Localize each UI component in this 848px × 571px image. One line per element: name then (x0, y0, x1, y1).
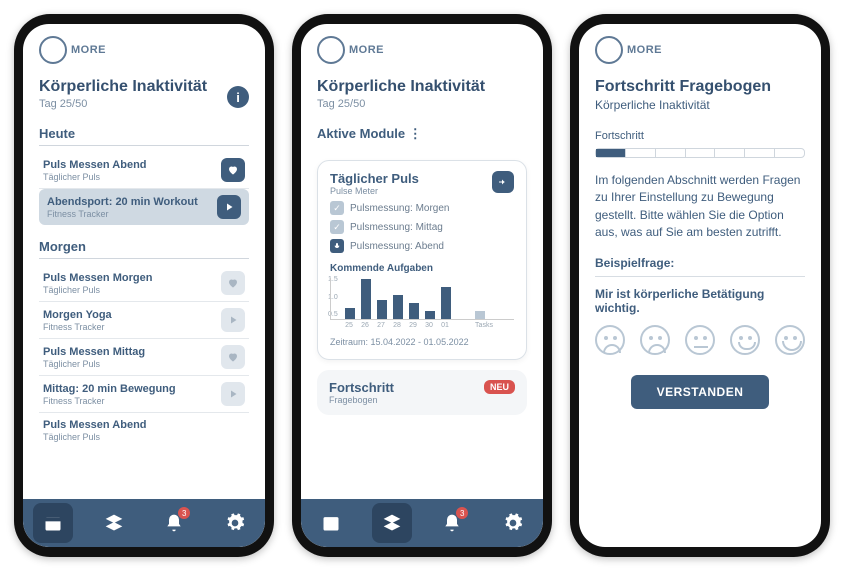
check-done-icon: ✓ (330, 201, 344, 215)
bar (441, 287, 451, 319)
item-sub: Fitness Tracker (47, 209, 198, 219)
check-done-icon: ✓ (330, 220, 344, 234)
section-today: Heute (39, 126, 249, 146)
schedule-item[interactable]: Puls Messen Mittag Täglicher Puls (39, 339, 249, 376)
check-item: ✓ Pulsmessung: Morgen (330, 201, 514, 215)
divider (595, 276, 805, 277)
bar (475, 311, 485, 319)
bar (393, 295, 403, 319)
play-icon[interactable] (217, 195, 241, 219)
question-text: Mir ist körperliche Betätigung wichtig. (595, 287, 805, 315)
page-subtitle: Körperliche Inaktivität (595, 98, 805, 112)
nav-bell-icon[interactable]: 3 (154, 503, 194, 543)
active-modules-label[interactable]: Aktive Module ⋮ (317, 126, 527, 146)
page-title: Fortschritt Fragebogen (595, 78, 805, 96)
heart-icon[interactable] (221, 271, 245, 295)
progress-bar (595, 148, 805, 158)
check-item: Pulsmessung: Abend (330, 239, 514, 253)
bottom-nav: 3 (23, 499, 265, 547)
page-title: Körperliche Inaktivität (39, 78, 207, 96)
nav-calendar-icon[interactable] (33, 503, 73, 543)
mic-icon (330, 239, 344, 253)
check-item: ✓ Pulsmessung: Mittag (330, 220, 514, 234)
nav-settings-icon[interactable] (215, 503, 255, 543)
card-sub: Pulse Meter (330, 186, 419, 196)
heart-icon[interactable] (221, 158, 245, 182)
date-range: Zeitraum: 15.04.2022 - 01.05.2022 (330, 337, 514, 347)
item-title: Abendsport: 20 min Workout (47, 196, 198, 208)
logo-icon: ⠀ (595, 36, 623, 64)
face-very-happy-icon[interactable] (775, 325, 805, 355)
logo-icon: ⠀ (317, 36, 345, 64)
x-axis: 25262728293001Tasks (330, 322, 514, 329)
schedule-item-active[interactable]: Abendsport: 20 min Workout Fitness Track… (39, 189, 249, 225)
info-icon[interactable]: i (227, 86, 249, 108)
day-counter: Tag 25/50 (317, 98, 527, 110)
nav-stack-icon[interactable] (94, 503, 134, 543)
section-tomorrow: Morgen (39, 239, 249, 259)
example-label: Beispielfrage: (595, 256, 805, 270)
app-logo: ⠀ MORE (317, 36, 527, 64)
module-card: Täglicher Puls Pulse Meter ✓ Pulsmessung… (317, 160, 527, 360)
heart-icon[interactable] (221, 345, 245, 369)
arrow-right-icon[interactable] (492, 171, 514, 193)
face-neutral-icon[interactable] (685, 325, 715, 355)
bar (377, 300, 387, 319)
badge: 3 (456, 507, 468, 519)
phone-device-1: ⠀ MORE Körperliche Inaktivität Tag 25/50… (14, 14, 274, 557)
nav-calendar-icon[interactable] (311, 503, 351, 543)
schedule-item[interactable]: Puls Messen Morgen Täglicher Puls (39, 265, 249, 302)
bar (361, 279, 371, 319)
progress-label: Fortschritt (595, 130, 805, 142)
schedule-item[interactable]: Mittag: 20 min Bewegung Fitness Tracker (39, 376, 249, 413)
play-icon[interactable] (221, 308, 245, 332)
app-logo: ⠀ MORE (595, 36, 805, 64)
nav-bell-icon[interactable]: 3 (432, 503, 472, 543)
nav-stack-icon[interactable] (372, 503, 412, 543)
likert-faces (595, 325, 805, 355)
intro-text: Im folgenden Abschnitt werden Fragen zu … (595, 172, 805, 242)
screen: ⠀ MORE Körperliche Inaktivität Tag 25/50… (23, 24, 265, 547)
logo-text: MORE (71, 44, 106, 56)
phone-device-3: ⠀ MORE Fortschritt Fragebogen Körperlich… (570, 14, 830, 557)
schedule-item[interactable]: Morgen Yoga Fitness Tracker (39, 302, 249, 339)
bar (425, 311, 435, 319)
nav-settings-icon[interactable] (493, 503, 533, 543)
badge: 3 (178, 507, 190, 519)
understood-button[interactable]: VERSTANDEN (631, 375, 770, 409)
bar (345, 308, 355, 319)
new-badge: NEU (484, 380, 515, 394)
face-sad-icon[interactable] (640, 325, 670, 355)
schedule-item[interactable]: Puls Messen Abend Täglicher Puls (39, 413, 249, 448)
upcoming-label: Kommende Aufgaben (330, 263, 514, 274)
logo-icon: ⠀ (39, 36, 67, 64)
schedule-item[interactable]: Puls Messen Abend Täglicher Puls (39, 152, 249, 189)
bar (409, 303, 419, 319)
play-icon[interactable] (221, 382, 245, 406)
face-very-sad-icon[interactable] (595, 325, 625, 355)
module-card-next[interactable]: Fortschritt Fragebogen NEU (317, 370, 527, 415)
day-counter: Tag 25/50 (39, 98, 207, 110)
page-title: Körperliche Inaktivität (317, 78, 527, 96)
bottom-nav: 3 (301, 499, 543, 547)
bar-chart (330, 278, 514, 320)
face-happy-icon[interactable] (730, 325, 760, 355)
item-sub: Täglicher Puls (43, 172, 147, 182)
item-title: Puls Messen Abend (43, 159, 147, 171)
app-logo: ⠀ MORE (39, 36, 249, 64)
card-title: Täglicher Puls (330, 171, 419, 186)
phone-device-2: ⠀ MORE Körperliche Inaktivität Tag 25/50… (292, 14, 552, 557)
